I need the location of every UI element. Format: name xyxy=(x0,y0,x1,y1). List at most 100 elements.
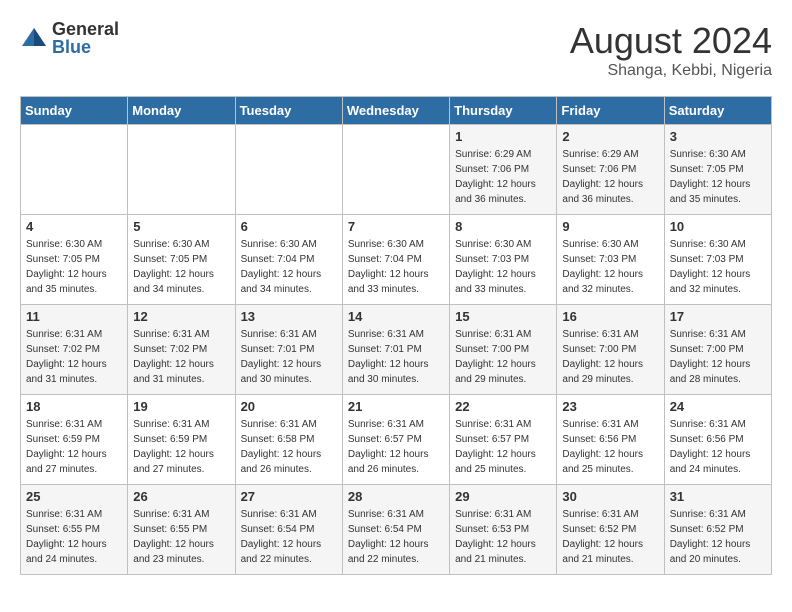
sunset: Sunset: 7:03 PM xyxy=(455,252,551,267)
sunrise: Sunrise: 6:30 AM xyxy=(241,237,337,252)
day-info: Sunrise: 6:29 AMSunset: 7:06 PMDaylight:… xyxy=(455,147,551,207)
sunrise: Sunrise: 6:31 AM xyxy=(241,417,337,432)
sunrise: Sunrise: 6:30 AM xyxy=(562,237,658,252)
calendar-cell: 5Sunrise: 6:30 AMSunset: 7:05 PMDaylight… xyxy=(128,215,235,305)
day-number: 28 xyxy=(348,489,444,504)
sunrise: Sunrise: 6:31 AM xyxy=(455,327,551,342)
day-number: 31 xyxy=(670,489,766,504)
sunset: Sunset: 7:01 PM xyxy=(348,342,444,357)
sunrise: Sunrise: 6:31 AM xyxy=(133,507,229,522)
daylight: Daylight: 12 hours and 34 minutes. xyxy=(133,267,229,297)
sunrise: Sunrise: 6:31 AM xyxy=(26,507,122,522)
calendar-cell: 18 Sunrise: 6:31 AMSunset: 6:59 PMDayligh… xyxy=(21,395,128,485)
day-number: 24 xyxy=(670,399,766,414)
day-info: Sunrise: 6:31 AMSunset: 6:56 PMDaylight:… xyxy=(562,417,658,477)
sunset: Sunset: 6:57 PM xyxy=(348,432,444,447)
calendar-cell: 11Sunrise: 6:31 AMSunset: 7:02 PMDayligh… xyxy=(21,305,128,395)
calendar-week-2: 4Sunrise: 6:30 AMSunset: 7:05 PMDaylight… xyxy=(21,215,772,305)
calendar-cell: 8Sunrise: 6:30 AMSunset: 7:03 PMDaylight… xyxy=(450,215,557,305)
calendar-cell xyxy=(21,125,128,215)
day-info: Sunrise: 6:30 AMSunset: 7:04 PMDaylight:… xyxy=(348,237,444,297)
header-wednesday: Wednesday xyxy=(342,97,449,125)
sunset: Sunset: 7:02 PM xyxy=(26,342,122,357)
logo-blue: Blue xyxy=(52,38,119,56)
day-info: Sunrise: 6:31 AMSunset: 7:01 PMDaylight:… xyxy=(348,327,444,387)
sunset: Sunset: 6:52 PM xyxy=(562,522,658,537)
day-number: 3 xyxy=(670,129,766,144)
daylight: Daylight: 12 hours and 36 minutes. xyxy=(562,177,658,207)
calendar-cell: 19Sunrise: 6:31 AMSunset: 6:59 PMDayligh… xyxy=(128,395,235,485)
day-number: 7 xyxy=(348,219,444,234)
day-info: Sunrise: 6:31 AMSunset: 6:52 PMDaylight:… xyxy=(562,507,658,567)
sunrise: Sunrise: 6:31 AM xyxy=(133,417,229,432)
daylight: Daylight: 12 hours and 32 minutes. xyxy=(670,267,766,297)
calendar-cell: 9Sunrise: 6:30 AMSunset: 7:03 PMDaylight… xyxy=(557,215,664,305)
day-number: 15 xyxy=(455,309,551,324)
day-info: Sunrise: 6:31 AMSunset: 6:52 PMDaylight:… xyxy=(670,507,766,567)
calendar-cell: 26Sunrise: 6:31 AMSunset: 6:55 PMDayligh… xyxy=(128,485,235,575)
header-monday: Monday xyxy=(128,97,235,125)
daylight: Daylight: 12 hours and 21 minutes. xyxy=(455,537,551,567)
location: Shanga, Kebbi, Nigeria xyxy=(570,62,772,80)
sunset: Sunset: 7:01 PM xyxy=(241,342,337,357)
daylight: Daylight: 12 hours and 28 minutes. xyxy=(670,357,766,387)
sunrise: Sunrise: 6:31 AM xyxy=(241,327,337,342)
sunrise: Sunrise: 6:29 AM xyxy=(562,147,658,162)
calendar-cell: 4Sunrise: 6:30 AMSunset: 7:05 PMDaylight… xyxy=(21,215,128,305)
day-number: 29 xyxy=(455,489,551,504)
daylight: Daylight: 12 hours and 26 minutes. xyxy=(241,447,337,477)
day-info: Sunrise: 6:31 AMSunset: 6:59 PMDaylight:… xyxy=(26,417,122,477)
title-block: August 2024 Shanga, Kebbi, Nigeria xyxy=(570,20,772,80)
calendar-cell xyxy=(235,125,342,215)
day-info: Sunrise: 6:31 AMSunset: 7:00 PMDaylight:… xyxy=(562,327,658,387)
sunset: Sunset: 6:52 PM xyxy=(670,522,766,537)
sunset: Sunset: 7:06 PM xyxy=(455,162,551,177)
sunset: Sunset: 7:03 PM xyxy=(670,252,766,267)
day-number: 14 xyxy=(348,309,444,324)
calendar-week-1: 1Sunrise: 6:29 AMSunset: 7:06 PMDaylight… xyxy=(21,125,772,215)
daylight: Daylight: 12 hours and 31 minutes. xyxy=(26,357,122,387)
day-info: Sunrise: 6:31 AMSunset: 7:00 PMDaylight:… xyxy=(455,327,551,387)
logo-icon xyxy=(20,24,48,52)
day-number: 27 xyxy=(241,489,337,504)
day-info: Sunrise: 6:31 AMSunset: 6:55 PMDaylight:… xyxy=(133,507,229,567)
sunrise: Sunrise: 6:30 AM xyxy=(133,237,229,252)
day-number: 18 xyxy=(26,399,122,414)
sunrise: Sunrise: 6:30 AM xyxy=(670,237,766,252)
daylight: Daylight: 12 hours and 31 minutes. xyxy=(133,357,229,387)
daylight: Daylight: 12 hours and 25 minutes. xyxy=(455,447,551,477)
daylight: Daylight: 12 hours and 23 minutes. xyxy=(133,537,229,567)
sunset: Sunset: 6:54 PM xyxy=(348,522,444,537)
day-number: 25 xyxy=(26,489,122,504)
calendar-cell: 7 Sunrise: 6:30 AMSunset: 7:04 PMDaylight… xyxy=(342,215,449,305)
daylight: Daylight: 12 hours and 32 minutes. xyxy=(562,267,658,297)
sunrise: Sunrise: 6:31 AM xyxy=(26,417,122,432)
calendar-cell: 29Sunrise: 6:31 AMSunset: 6:53 PMDayligh… xyxy=(450,485,557,575)
calendar-cell: 23Sunrise: 6:31 AMSunset: 6:56 PMDayligh… xyxy=(557,395,664,485)
sunset: Sunset: 7:05 PM xyxy=(670,162,766,177)
sunset: Sunset: 6:55 PM xyxy=(133,522,229,537)
sunrise: Sunrise: 6:31 AM xyxy=(241,507,337,522)
daylight: Daylight: 12 hours and 20 minutes. xyxy=(670,537,766,567)
day-info: Sunrise: 6:31 AMSunset: 6:57 PMDaylight:… xyxy=(348,417,444,477)
day-info: Sunrise: 6:29 AMSunset: 7:06 PMDaylight:… xyxy=(562,147,658,207)
daylight: Daylight: 12 hours and 25 minutes. xyxy=(562,447,658,477)
calendar-cell: 21Sunrise: 6:31 AMSunset: 6:57 PMDayligh… xyxy=(342,395,449,485)
sunset: Sunset: 6:59 PM xyxy=(133,432,229,447)
daylight: Daylight: 12 hours and 30 minutes. xyxy=(241,357,337,387)
day-number: 20 xyxy=(241,399,337,414)
logo: General Blue xyxy=(20,20,119,56)
sunrise: Sunrise: 6:30 AM xyxy=(26,237,122,252)
sunset: Sunset: 7:04 PM xyxy=(348,252,444,267)
calendar-cell: 13Sunrise: 6:31 AMSunset: 7:01 PMDayligh… xyxy=(235,305,342,395)
daylight: Daylight: 12 hours and 36 minutes. xyxy=(455,177,551,207)
calendar-cell: 27Sunrise: 6:31 AMSunset: 6:54 PMDayligh… xyxy=(235,485,342,575)
daylight: Daylight: 12 hours and 29 minutes. xyxy=(562,357,658,387)
day-number: 10 xyxy=(670,219,766,234)
calendar-cell: 1Sunrise: 6:29 AMSunset: 7:06 PMDaylight… xyxy=(450,125,557,215)
sunrise: Sunrise: 6:31 AM xyxy=(348,417,444,432)
day-number: 22 xyxy=(455,399,551,414)
day-number: 9 xyxy=(562,219,658,234)
day-number: 19 xyxy=(133,399,229,414)
day-info: Sunrise: 6:30 AMSunset: 7:05 PMDaylight:… xyxy=(670,147,766,207)
